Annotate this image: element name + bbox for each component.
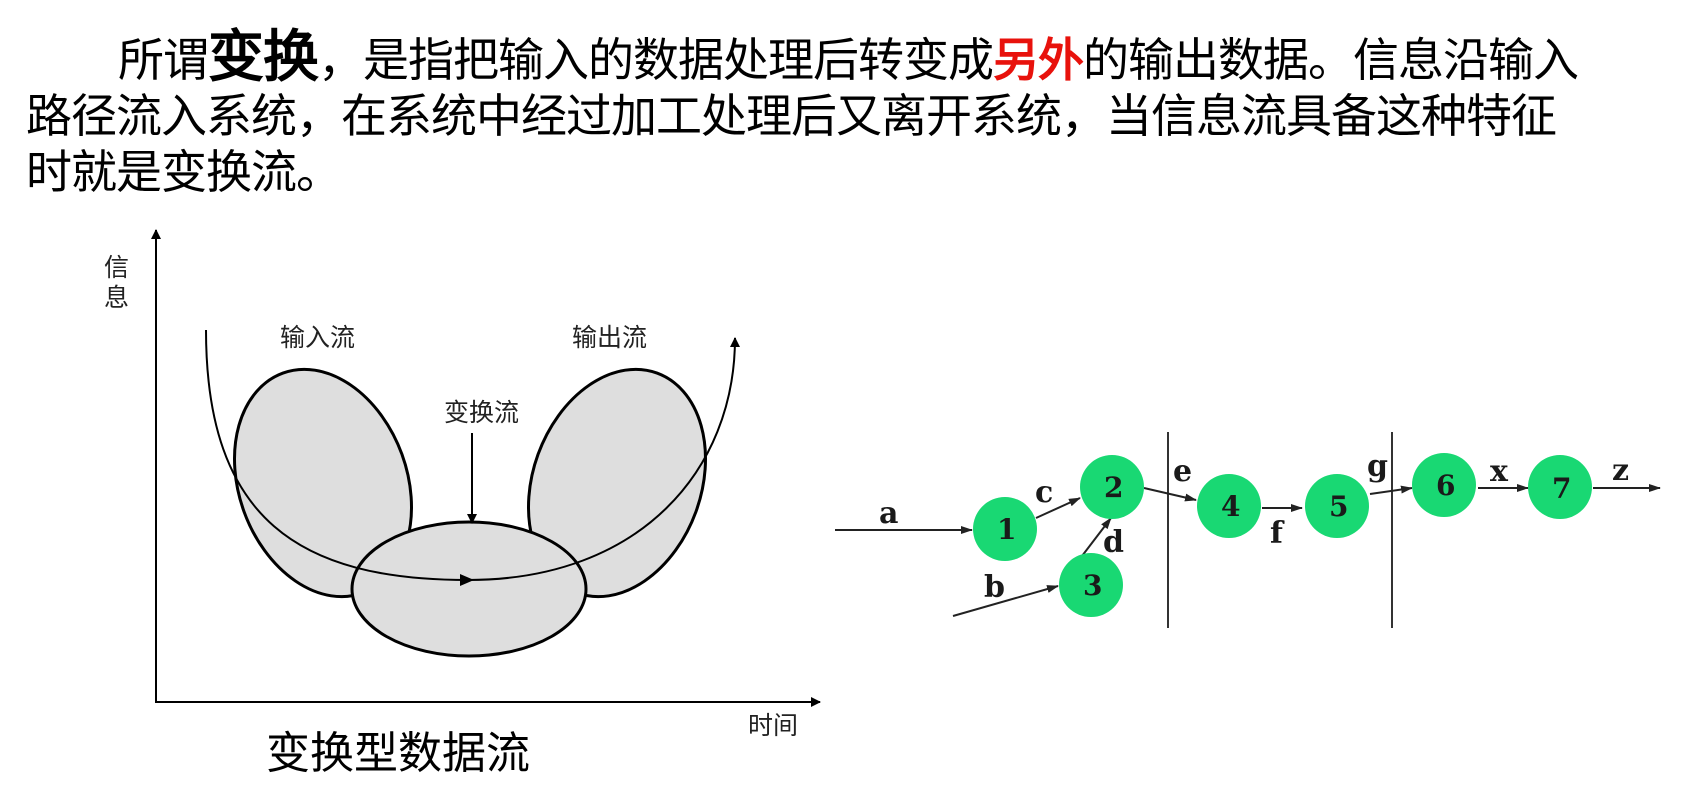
node-1-label: 1 — [997, 513, 1016, 546]
node-5-label: 5 — [1329, 490, 1348, 523]
edge-b — [952, 585, 1059, 617]
flow-label-c: c — [1035, 475, 1053, 510]
transform-flow-label: 变换流 — [444, 398, 519, 427]
diagram-canvas: 信 息 输入流 输出流 变换流 时间 变换型数据流 1 2 3 4 5 6 7 … — [104, 229, 1661, 779]
flow-label-d: d — [1103, 525, 1124, 560]
flow-label-b: b — [984, 570, 1005, 605]
flow-label-f: f — [1270, 516, 1285, 551]
output-flow-label: 输出流 — [572, 323, 647, 352]
node-7-label: 7 — [1552, 472, 1571, 505]
edge-e — [1143, 487, 1197, 502]
flow-label-a: a — [879, 496, 898, 531]
node-6-label: 6 — [1436, 469, 1455, 502]
transform-flow-ellipse — [350, 520, 588, 658]
node-2-label: 2 — [1104, 471, 1123, 504]
flow-label-x: x — [1490, 454, 1509, 489]
node-4-label: 4 — [1221, 490, 1240, 523]
flow-label-g: g — [1367, 449, 1388, 484]
flow-label-z: z — [1612, 453, 1629, 488]
x-axis-label: 时间 — [748, 711, 798, 740]
flow-label-e: e — [1173, 454, 1192, 489]
diagram-caption: 变换型数据流 — [266, 728, 530, 779]
node-flow-diagram: 1 2 3 4 5 6 7 a b c d e f g x z — [835, 432, 1661, 628]
y-axis-label-char2: 息 — [104, 283, 129, 312]
transform-flow-diagram: 信 息 输入流 输出流 变换流 时间 变换型数据流 — [104, 229, 821, 779]
node-3-label: 3 — [1083, 569, 1102, 602]
input-flow-label: 输入流 — [280, 323, 355, 352]
y-axis-label-char1: 信 — [104, 253, 129, 282]
